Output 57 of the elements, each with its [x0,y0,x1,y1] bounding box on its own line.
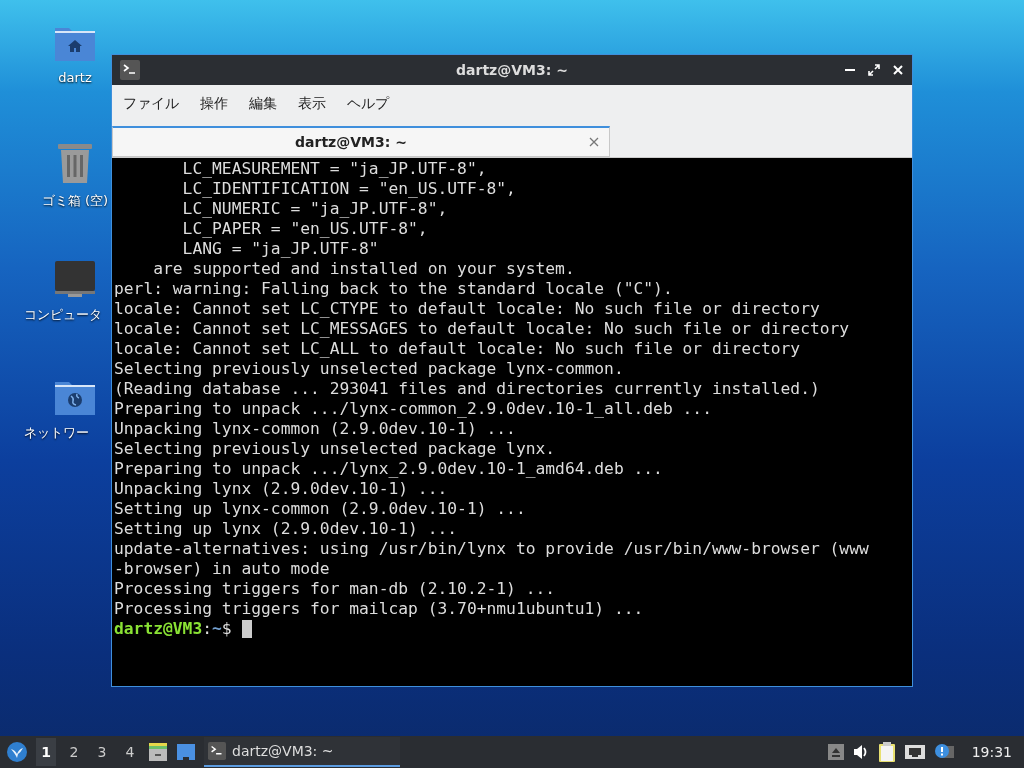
workspace-button[interactable]: 4 [120,738,140,766]
icon-label: ゴミ箱 (空) [41,192,109,210]
output-line: LC_NUMERIC = "ja_JP.UTF-8", [181,199,448,219]
output-line: LANG = "ja_JP.UTF-8" [181,239,379,259]
output-line: Preparing to unpack .../lynx-common_2.9.0dev.10-1_all.deb ... [114,399,712,419]
workspace-button[interactable]: 3 [92,738,112,766]
window-title: dartz@VM3: ~ [455,62,569,78]
output-line: Preparing to unpack .../lynx_2.9.0dev.10-1_amd64.deb ... [114,459,663,479]
menu-item[interactable]: ヘルプ [347,95,389,113]
terminal-icon [208,742,226,760]
prompt-separator: : [202,619,213,639]
maximize-icon[interactable] [868,64,880,76]
menu-item[interactable]: 編集 [249,95,277,113]
output-line: Unpacking lynx-common (2.9.0dev.10-1) ... [114,419,516,439]
output-line: LC_MEASUREMENT = "ja_JP.UTF-8", [181,159,487,179]
prompt-symbol: $ [221,619,232,639]
text-cursor [241,620,252,638]
terminal-tab[interactable]: dartz@VM3: ~ [112,126,610,157]
eject-icon[interactable] [827,744,844,760]
desktop-icon[interactable] [176,743,196,761]
output-line: Selecting previously unselected package lynx-common. [114,359,624,379]
output-line: locale: Cannot set LC_ALL to default locale: No such file or directory [114,339,801,359]
output-line: update-alternatives: using /usr/bin/lynx to provide /usr/bin/www-browser (www [114,539,869,559]
icon-label: dartz [58,70,92,85]
network-port-icon[interactable] [903,744,926,760]
output-line: Setting up lynx-common (2.9.0dev.10-1) ... [114,499,526,519]
workspace-button[interactable]: 1 [36,738,56,766]
clock: 19:31 [971,744,1012,760]
output-line: are supported and installed on your system. [152,259,575,279]
output-line: -browser) in auto mode [114,559,330,579]
output-line: locale: Cannot set LC_CTYPE to default locale: No such file or directory [114,299,820,319]
icon-label: ネットワー [24,424,89,442]
output-line: locale: Cannot set LC_MESSAGES to default locale: No such file or directory [114,319,850,339]
output-line: Selecting previously unselected package lynx. [114,439,556,459]
menu-item[interactable]: 表示 [298,95,326,113]
output-line: (Reading database ... 293041 files and directories currently installed.) [114,379,820,399]
output-line: Processing triggers for man-db (2.10.2-1) ... [114,579,556,599]
task-button[interactable]: dartz@VM3: ~ [204,737,400,767]
close-tab-icon[interactable] [589,137,599,147]
prompt-user: dartz@VM3 [114,619,203,639]
output-line: LC_PAPER = "en_US.UTF-8", [181,219,428,239]
output-line: perl: warning: Falling back to the standard locale ("C"). [114,279,673,299]
terminal-icon [120,60,140,80]
file-cabinet-icon[interactable] [148,742,168,762]
menu-item[interactable]: 操作 [200,95,228,113]
prompt-path: ~ [212,619,222,639]
close-icon[interactable] [892,64,904,76]
output-line: Setting up lynx (2.9.0dev.10-1) ... [114,519,458,539]
menu-item[interactable]: ファイル [123,95,179,113]
output-line: Unpacking lynx (2.9.0dev.10-1) ... [114,479,448,499]
clipboard-icon[interactable] [877,741,896,763]
output-line: LC_IDENTIFICATION = "en_US.UTF-8", [181,179,516,199]
output-line: Processing triggers for mailcap (3.70+nmu1ubuntu1) ... [114,599,644,619]
workspace-button[interactable]: 2 [64,738,84,766]
icon-label: コンピュータ [24,306,102,324]
monitor-icon[interactable] [54,260,96,298]
notification-icon[interactable] [933,743,954,761]
